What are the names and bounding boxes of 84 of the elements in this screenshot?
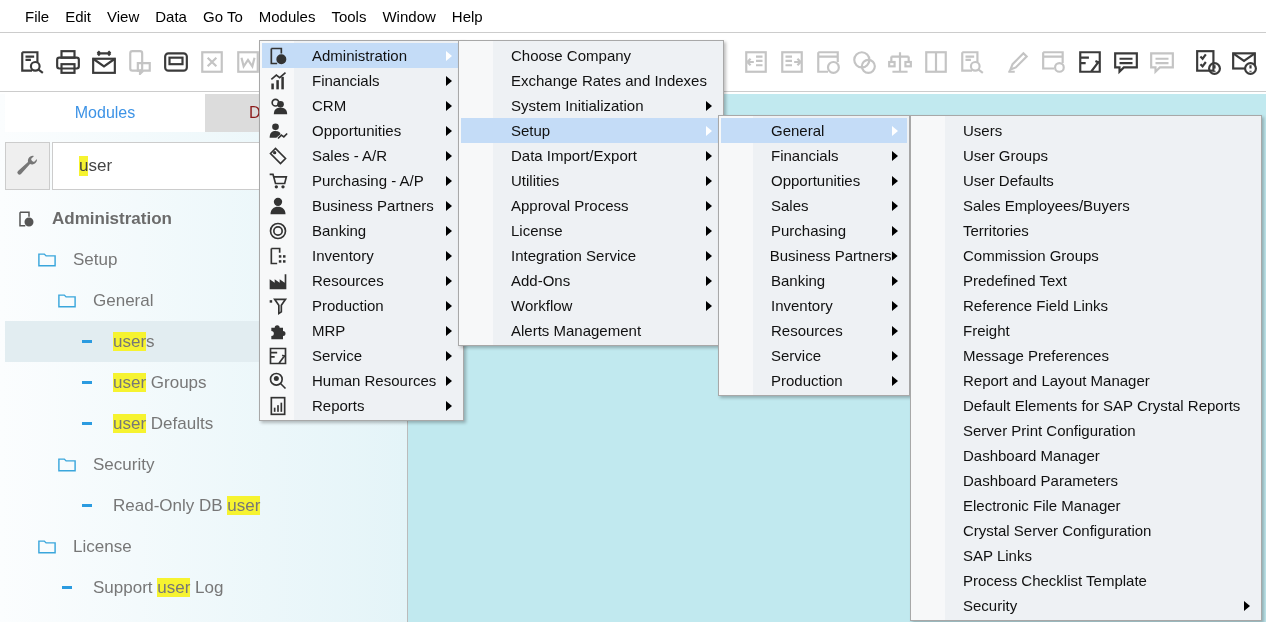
menu-bar-item[interactable]: Window — [374, 7, 444, 25]
menu-item[interactable]: Freight — [913, 318, 1259, 343]
printer-icon[interactable] — [55, 49, 81, 75]
menu-bar-item[interactable]: File — [17, 7, 58, 25]
menu-bar-item[interactable]: Edit — [57, 7, 100, 25]
menu-item[interactable]: Resources — [721, 318, 907, 343]
menu-item[interactable]: Message Preferences — [913, 343, 1259, 368]
menu-item[interactable]: Financials — [262, 68, 461, 93]
menu-item[interactable]: Business Partners — [262, 193, 461, 218]
tree-item[interactable]: General — [93, 290, 154, 311]
menu-item[interactable]: Dashboard Manager — [913, 443, 1259, 468]
menu-item[interactable]: CRM — [262, 93, 461, 118]
menu-item[interactable]: Crystal Server Configuration — [913, 518, 1259, 543]
menu-item[interactable]: Opportunities — [721, 168, 907, 193]
menu-bar-item[interactable]: Data — [147, 7, 195, 25]
menu-item[interactable]: Production — [262, 293, 461, 318]
menu-item[interactable]: Integration Service — [461, 243, 721, 268]
menu-item[interactable]: Business Partners — [721, 243, 907, 268]
tree-item[interactable]: Read-Only DB user — [113, 495, 261, 516]
menu-item[interactable]: User Groups — [913, 143, 1259, 168]
menu-bar-item[interactable]: Tools — [323, 7, 375, 25]
menu-item[interactable]: Banking — [721, 268, 907, 293]
checklist-alert-icon[interactable] — [1195, 49, 1221, 75]
menu-item[interactable]: Workflow — [461, 293, 721, 318]
menu-item[interactable]: Users — [913, 118, 1259, 143]
document-search-icon[interactable] — [19, 49, 45, 75]
document-wrench-icon[interactable] — [1077, 49, 1103, 75]
menu-item[interactable]: Production — [721, 368, 907, 393]
tree-item[interactable]: Support user Log — [93, 577, 224, 598]
menu-item[interactable]: General — [721, 118, 907, 143]
menu-item[interactable]: Security — [913, 593, 1259, 618]
wrench-icon — [15, 154, 40, 178]
menu-item[interactable]: Choose Company — [461, 43, 721, 68]
chat-icon[interactable] — [1113, 49, 1139, 75]
menu-item[interactable]: Exchange Rates and Indexes — [461, 68, 721, 93]
menu-item[interactable]: License — [461, 218, 721, 243]
menu-item[interactable]: Purchasing — [721, 218, 907, 243]
menu-item[interactable]: Reports — [262, 393, 461, 418]
menu-item[interactable]: Report and Layout Manager — [913, 368, 1259, 393]
window-icon[interactable] — [163, 49, 189, 75]
menu-item[interactable]: Default Elements for SAP Crystal Reports — [913, 393, 1259, 418]
menu-item[interactable]: Add-Ons — [461, 268, 721, 293]
menu-item[interactable]: SAP Links — [913, 543, 1259, 568]
menu-item[interactable]: Service — [721, 343, 907, 368]
menu-item[interactable]: Inventory — [721, 293, 907, 318]
menu-item[interactable]: Server Print Configuration — [913, 418, 1259, 443]
tree-item[interactable]: user Groups — [113, 372, 207, 393]
menu-item[interactable]: Process Checklist Template — [913, 568, 1259, 593]
menu-item[interactable]: Administration — [262, 43, 461, 68]
menu-item[interactable]: Data Import/Export — [461, 143, 721, 168]
tree-item[interactable]: License — [73, 536, 132, 557]
menu-bar-item[interactable]: Help — [443, 7, 491, 25]
menu-item[interactable]: Financials — [721, 143, 907, 168]
menu-item[interactable]: Dashboard Parameters — [913, 468, 1259, 493]
menu-item[interactable]: Setup — [461, 118, 721, 143]
menu-bar-item[interactable]: View — [99, 7, 148, 25]
tree-item[interactable]: Security — [93, 454, 155, 475]
envelope-icon[interactable] — [91, 49, 117, 75]
menu-item[interactable]: MRP — [262, 318, 461, 343]
menu-item[interactable]: Human Resources — [262, 368, 461, 393]
menu-item[interactable]: Inventory — [262, 243, 461, 268]
envelope-alert-icon[interactable] — [1231, 49, 1257, 75]
wrench-button[interactable] — [5, 142, 50, 190]
menu-item[interactable]: Territories — [913, 218, 1259, 243]
tree-item[interactable]: Setup — [73, 249, 118, 270]
menu-item[interactable]: Reference Field Links — [913, 293, 1259, 318]
tree-item[interactable]: Administration — [52, 208, 172, 229]
menu-item[interactable]: Electronic File Manager — [913, 493, 1259, 518]
menu-bar-item[interactable]: Modules — [250, 7, 324, 25]
menu-item[interactable]: Approval Process — [461, 193, 721, 218]
menu-item[interactable]: Sales — [721, 193, 907, 218]
menu-item[interactable]: Commission Groups — [913, 243, 1259, 268]
tree-item[interactable]: user Defaults — [113, 413, 214, 434]
menu-item[interactable]: Alerts Management — [461, 318, 721, 343]
menu-item[interactable]: Resources — [262, 268, 461, 293]
menu-item[interactable]: Banking — [262, 218, 461, 243]
menu-item[interactable]: Service — [262, 343, 461, 368]
menu-item[interactable]: Opportunities — [262, 118, 461, 143]
menu-item[interactable]: System Initialization — [461, 93, 721, 118]
menu-item[interactable]: Predefined Text — [913, 268, 1259, 293]
menu-item[interactable]: Sales Employees/Buyers — [913, 193, 1259, 218]
menu-item[interactable]: Utilities — [461, 168, 721, 193]
menu-item[interactable]: User Defaults — [913, 168, 1259, 193]
menu-bar-item[interactable]: Go To — [194, 7, 251, 25]
